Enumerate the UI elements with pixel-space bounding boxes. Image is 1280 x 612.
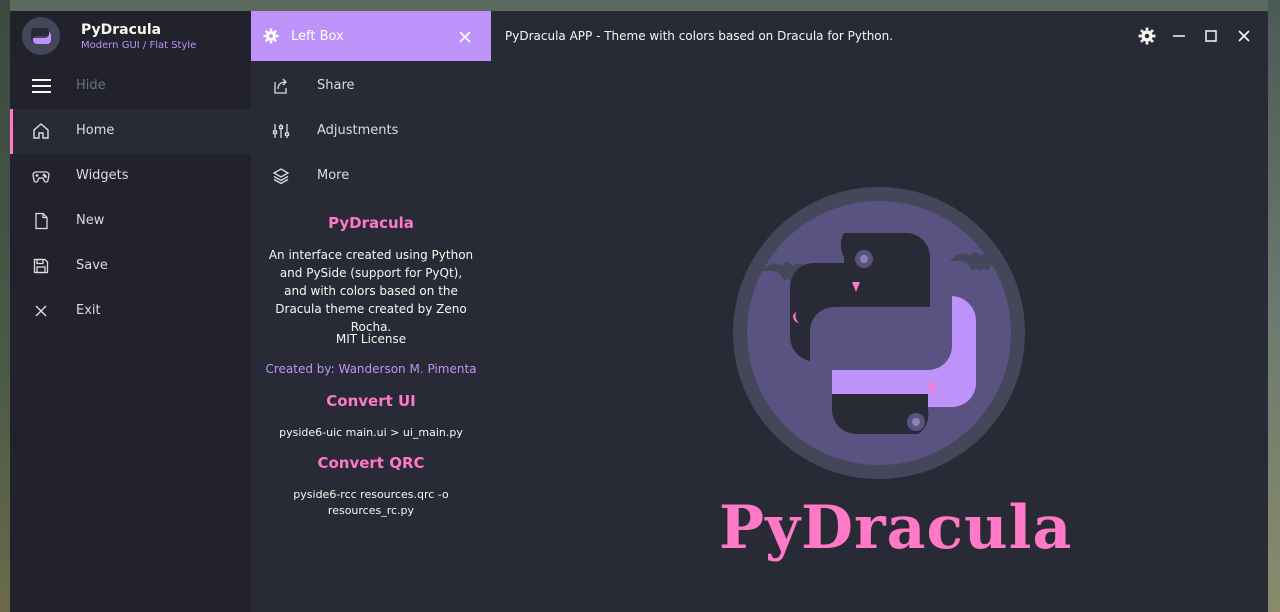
desktop-background-left [0,0,10,612]
license-text: MIT License [335,332,407,346]
menu-item-label: Home [76,123,115,138]
toggle-menu-label: Hide [76,78,106,93]
left-box-title: Left Box [291,29,344,44]
home-icon [32,122,50,140]
menu-item-label: Widgets [76,168,129,183]
hamburger-icon [32,77,51,95]
python-dracula-logo-icon [732,186,1027,485]
layers-icon [272,167,290,189]
convert-ui-title: Convert UI [326,392,416,410]
info-title: PyDracula [328,214,414,232]
app-title: PyDracula [81,22,162,38]
left-menu: PyDracula Modern GUI / Flat Style Hide H… [10,11,251,612]
gear-icon [263,28,279,48]
app-description: PyDracula APP - Theme with colors based … [505,29,894,43]
left-box-item-share[interactable]: Share [251,64,491,109]
convert-qrc-title: Convert QRC [317,454,425,472]
left-box-item-adjustments[interactable]: Adjustments [251,109,491,154]
toggle-menu-button[interactable]: Hide [10,64,251,109]
app-subtitle: Modern GUI / Flat Style [81,40,197,51]
info-body: An interface created using Python and Py… [268,248,474,334]
maximize-icon [1200,30,1222,51]
convert-qrc-command: pyside6-rcc resources.qrc -o resources_r… [293,488,449,517]
gear-icon [1136,27,1158,51]
menu-item-label: Save [76,258,108,273]
logo-title: PyDracula [719,493,1073,563]
gamepad-icon [32,167,50,185]
menu-item-save[interactable]: Save [10,244,251,289]
left-box-header: Left Box [251,11,491,61]
share-icon [272,77,290,99]
menu-item-new[interactable]: New [10,199,251,244]
close-icon [1233,30,1255,51]
file-icon [32,212,50,230]
left-box-panel: Left Box Share Adjustments More PyDracul… [251,11,491,612]
settings-button[interactable] [1136,25,1158,47]
close-button[interactable] [1233,25,1255,47]
menu-item-label: New [76,213,105,228]
menu-item-widgets[interactable]: Widgets [10,154,251,199]
app-header: PyDracula Modern GUI / Flat Style [10,11,251,61]
sliders-icon [272,122,290,144]
app-logo-icon [22,17,60,55]
menu-item-home[interactable]: Home [10,109,251,154]
left-box-item-more[interactable]: More [251,154,491,199]
convert-ui-command: pyside6-uic main.ui > ui_main.py [279,426,463,439]
minimize-button[interactable] [1168,25,1190,47]
left-box-item-label: More [317,168,350,183]
maximize-button[interactable] [1200,25,1222,47]
left-box-item-label: Adjustments [317,123,399,138]
left-box-item-label: Share [317,78,355,93]
menu-item-label: Exit [76,303,101,318]
created-by-text: Created by: Wanderson M. Pimenta [265,362,477,376]
save-icon [32,257,50,275]
app-window: PyDracula Modern GUI / Flat Style Hide H… [10,11,1268,612]
x-icon [32,302,50,320]
desktop-background-right [1268,0,1280,612]
close-left-box-button[interactable] [458,29,472,48]
menu-item-exit[interactable]: Exit [10,289,251,334]
minimize-icon [1168,32,1190,51]
